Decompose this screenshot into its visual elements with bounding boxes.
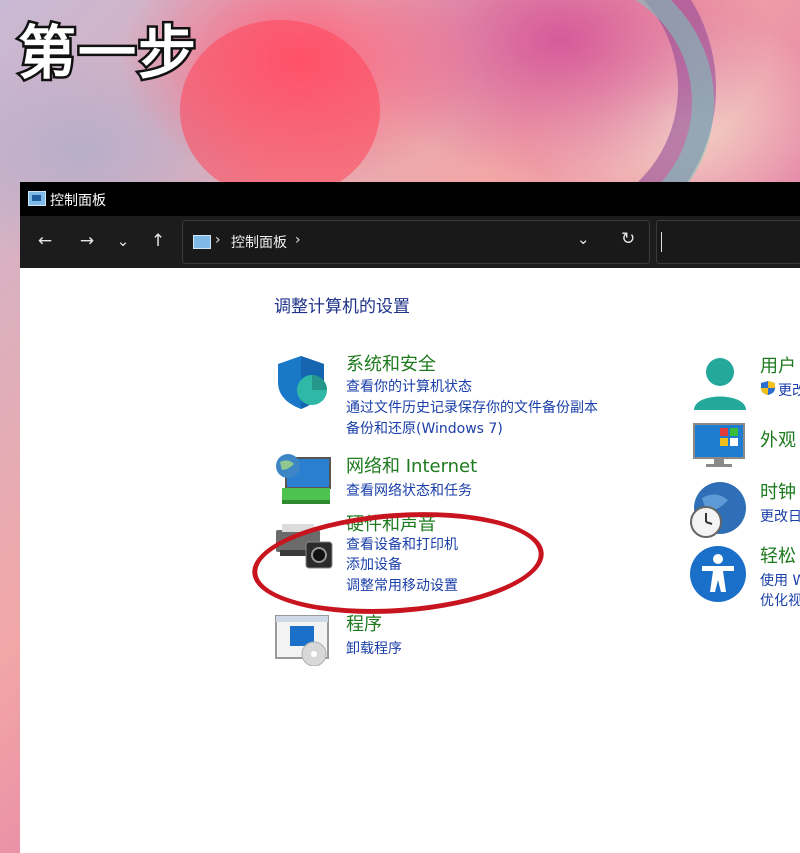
programs-icon[interactable] — [274, 614, 334, 666]
search-input[interactable] — [656, 220, 800, 264]
shield-icon[interactable] — [274, 352, 332, 410]
title-bar: 控制面板 — [20, 182, 800, 216]
link-uninstall-program[interactable]: 卸载程序 — [346, 638, 402, 658]
page-heading: 调整计算机的设置 — [274, 297, 410, 317]
category-title-system-security[interactable]: 系统和安全 — [346, 350, 436, 376]
category-title-clock[interactable]: 时钟 — [760, 478, 796, 504]
uac-shield-icon — [761, 381, 775, 395]
appearance-monitor-icon[interactable] — [692, 420, 748, 470]
category-title-network[interactable]: 网络和 Internet — [346, 452, 477, 478]
address-bar[interactable]: › 控制面板 › ⌄ ↻ — [182, 220, 650, 264]
address-dropdown-chevron-icon[interactable]: ⌄ — [577, 230, 590, 248]
back-arrow-icon[interactable]: ← — [34, 230, 56, 252]
link-backup-restore[interactable]: 备份和还原(Windows 7) — [346, 418, 503, 438]
up-arrow-icon[interactable]: ↑ — [147, 230, 169, 252]
wallpaper-shape — [180, 20, 380, 200]
breadcrumb-separator[interactable]: › — [215, 232, 221, 248]
recent-locations-chevron-icon[interactable]: ⌄ — [112, 230, 134, 252]
text-caret — [661, 232, 662, 252]
control-panel-icon — [193, 235, 211, 249]
link-view-computer-status[interactable]: 查看你的计算机状态 — [346, 376, 472, 396]
link-view-network-status[interactable]: 查看网络状态和任务 — [346, 480, 472, 500]
link-change-account[interactable]: 更改 — [778, 380, 800, 400]
network-globe-icon[interactable] — [274, 452, 334, 508]
breadcrumb-separator[interactable]: › — [295, 232, 301, 248]
navigation-bar: ← → ⌄ ↑ › 控制面板 › ⌄ ↻ — [20, 216, 800, 268]
link-file-history[interactable]: 通过文件历史记录保存你的文件备份副本 — [346, 397, 598, 417]
accessibility-icon[interactable] — [688, 544, 748, 604]
window-title: 控制面板 — [50, 193, 106, 209]
clock-globe-icon[interactable] — [688, 480, 750, 540]
link-use-windows-suggestions[interactable]: 使用 W — [760, 570, 800, 590]
user-icon[interactable] — [690, 354, 750, 412]
category-title-appearance[interactable]: 外观 — [760, 426, 796, 452]
link-optimize-display[interactable]: 优化视 — [760, 590, 800, 610]
category-title-ease-of-access[interactable]: 轻松 — [760, 542, 796, 568]
step-overlay-text: 第一步 — [15, 17, 199, 90]
category-title-user[interactable]: 用户 — [760, 352, 796, 378]
link-change-date[interactable]: 更改日 — [760, 506, 800, 526]
control-panel-icon — [28, 191, 46, 206]
refresh-icon[interactable]: ↻ — [621, 229, 635, 249]
forward-arrow-icon[interactable]: → — [76, 230, 98, 252]
breadcrumb-control-panel[interactable]: 控制面板 — [231, 232, 287, 252]
